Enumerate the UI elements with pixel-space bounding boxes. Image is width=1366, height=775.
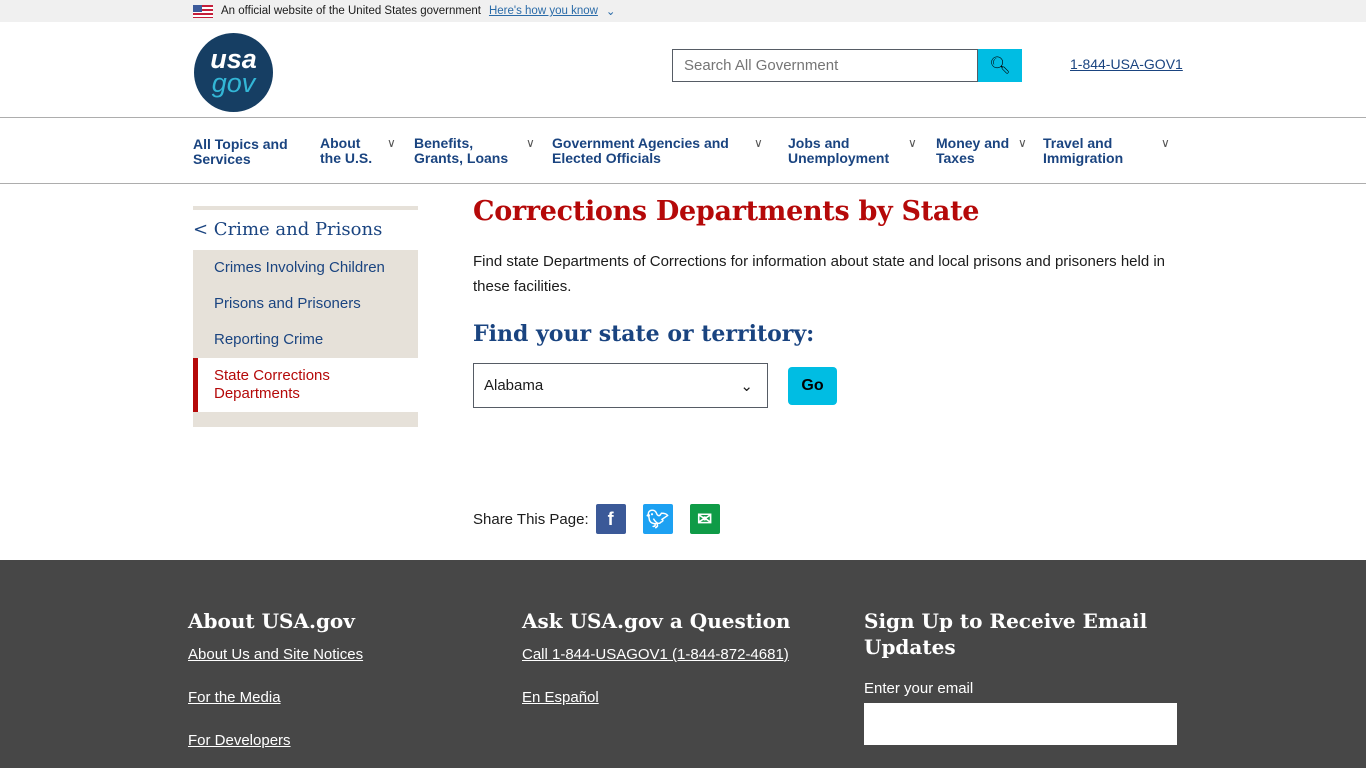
nav-label: Travel and Immigration bbox=[1043, 135, 1124, 166]
state-select[interactable]: Alabama ⌄ bbox=[473, 363, 768, 408]
selected-state: Alabama bbox=[484, 377, 544, 394]
us-flag-icon bbox=[193, 4, 213, 18]
email-label: Enter your email bbox=[864, 680, 974, 697]
footer-link[interactable]: En Español bbox=[522, 689, 790, 706]
how-you-know-link[interactable]: Here's how you know bbox=[489, 5, 598, 17]
footer-ask: Ask USA.gov a Question Call 1-844-USAGOV… bbox=[522, 608, 790, 732]
main-content: Corrections Departments by State Find st… bbox=[473, 196, 1173, 408]
footer-link[interactable]: Call 1-844-USAGOV1 (1-844-872-4681) bbox=[522, 646, 790, 663]
sidebar-item[interactable]: Reporting Crime bbox=[193, 322, 418, 358]
twitter-icon[interactable]: 🐦︎ bbox=[642, 504, 673, 534]
main-nav: All Topics and Services About the U.S. ∨ … bbox=[0, 118, 1366, 184]
footer-link[interactable]: For Developers bbox=[188, 732, 363, 749]
facebook-icon[interactable]: f bbox=[595, 504, 626, 534]
page-title: Corrections Departments by State bbox=[473, 196, 980, 227]
footer-heading: About USA.gov bbox=[188, 609, 355, 633]
nav-label: About the U.S. bbox=[320, 135, 373, 166]
banner-text: An official website of the United States… bbox=[221, 5, 481, 17]
nav-about[interactable]: About the U.S. ∨ bbox=[320, 136, 398, 183]
header: usagov 🔍︎ 1-844-USA-GOV1 bbox=[0, 22, 1366, 118]
chevron-down-icon: ∨ bbox=[387, 136, 396, 150]
search-button[interactable]: 🔍︎ bbox=[978, 49, 1022, 82]
email-icon[interactable]: ✉ bbox=[689, 504, 720, 534]
page-description: Find state Departments of Corrections fo… bbox=[473, 253, 1166, 295]
footer-about: About USA.gov About Us and Site Notices … bbox=[188, 608, 363, 775]
search-form: 🔍︎ bbox=[672, 49, 1022, 82]
share-label: Share This Page: bbox=[473, 510, 589, 528]
gov-banner: An official website of the United States… bbox=[0, 0, 1366, 22]
nav-jobs[interactable]: Jobs and Unemployment ∨ bbox=[788, 136, 920, 183]
nav-label: All Topics and Services bbox=[193, 136, 288, 167]
nav-label: Government Agencies and Elected Official… bbox=[552, 135, 729, 166]
nav-money[interactable]: Money and Taxes ∨ bbox=[936, 136, 1028, 183]
nav-label: Benefits, Grants, Loans bbox=[414, 135, 509, 166]
usagov-logo[interactable]: usa gov bbox=[194, 33, 273, 112]
sidebar-footer bbox=[193, 412, 418, 427]
footer-link[interactable]: About Us and Site Notices bbox=[188, 646, 363, 663]
state-subtitle: Find your state or territory: bbox=[473, 321, 815, 347]
nav-benefits[interactable]: Benefits, Grants, Loans ∨ bbox=[414, 136, 536, 183]
footer-heading: Ask USA.gov a Question bbox=[522, 609, 791, 633]
share-bar: Share This Page: f 🐦︎ ✉ bbox=[473, 504, 720, 534]
chevron-down-icon: ∨ bbox=[908, 136, 917, 150]
nav-agencies[interactable]: Government Agencies and Elected Official… bbox=[552, 136, 772, 183]
go-button[interactable]: Go bbox=[788, 366, 837, 405]
chevron-down-icon: ∨ bbox=[754, 136, 763, 150]
chevron-down-icon: ∨ bbox=[1018, 136, 1027, 150]
nav-label: Jobs and Unemployment bbox=[788, 135, 890, 166]
footer-heading: Sign Up to Receive Email Updates bbox=[864, 609, 1148, 659]
sidebar-item[interactable]: Crimes Involving Children bbox=[193, 250, 418, 286]
email-input[interactable] bbox=[864, 703, 1177, 745]
chevron-down-icon: ∨ bbox=[1161, 136, 1170, 150]
chevron-down-icon: ∨ bbox=[526, 136, 535, 150]
chevron-down-icon: ⌄ bbox=[740, 377, 753, 395]
sidebar-item[interactable]: Prisons and Prisoners bbox=[193, 286, 418, 322]
phone-link[interactable]: 1-844-USA-GOV1 bbox=[1070, 56, 1183, 72]
search-icon: 🔍︎ bbox=[989, 55, 1011, 75]
footer: About USA.gov About Us and Site Notices … bbox=[0, 560, 1366, 768]
search-input[interactable] bbox=[672, 49, 978, 82]
nav-label: Money and Taxes bbox=[936, 135, 1010, 166]
sidebar-back-link[interactable]: < Crime and Prisons bbox=[193, 210, 418, 250]
sidebar: < Crime and Prisons Crimes Involving Chi… bbox=[193, 206, 418, 427]
nav-all-topics[interactable]: All Topics and Services bbox=[193, 136, 305, 183]
nav-travel[interactable]: Travel and Immigration ∨ bbox=[1043, 136, 1173, 183]
chevron-down-icon[interactable]: ⌄ bbox=[606, 4, 616, 18]
sidebar-item-active[interactable]: State Corrections Departments bbox=[193, 358, 418, 412]
footer-link[interactable]: For the Media bbox=[188, 689, 363, 706]
logo-text-gov: gov bbox=[211, 68, 256, 98]
footer-signup: Sign Up to Receive Email Updates Enter y… bbox=[864, 608, 1177, 745]
